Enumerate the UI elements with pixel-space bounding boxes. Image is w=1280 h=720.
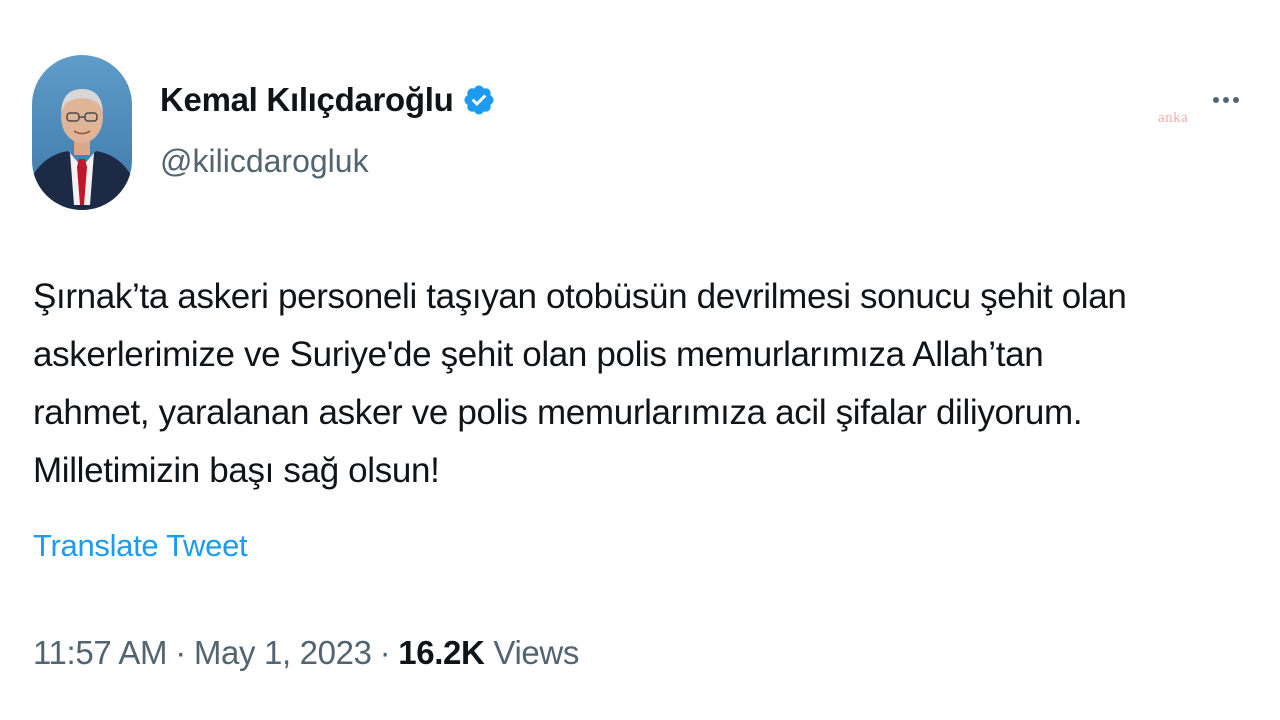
author-display-name[interactable]: Kemal Kılıçdaroğlu xyxy=(160,81,454,119)
tweet-meta: 11:57 AM · May 1, 2023 · 16.2K Views xyxy=(33,634,579,672)
more-dot-icon xyxy=(1233,97,1239,103)
author-name-row[interactable]: Kemal Kılıçdaroğlu xyxy=(160,78,496,122)
more-dot-icon xyxy=(1223,97,1229,103)
translate-tweet-link[interactable]: Translate Tweet xyxy=(33,528,248,564)
watermark-logo: anka xyxy=(1158,108,1202,131)
meta-separator: · xyxy=(175,634,186,671)
author-handle[interactable]: @kilicdarogluk xyxy=(160,143,369,180)
avatar[interactable] xyxy=(32,55,132,210)
verified-badge-icon[interactable] xyxy=(462,83,496,117)
svg-text:anka: anka xyxy=(1158,110,1188,126)
more-dot-icon xyxy=(1213,97,1219,103)
tweet-card: Kemal Kılıçdaroğlu @kilicdarogluk anka Ş… xyxy=(0,0,1280,720)
views-label: Views xyxy=(493,634,580,671)
tweet-date[interactable]: May 1, 2023 xyxy=(194,634,372,671)
tweet-text: Şırnak’ta askeri personeli taşıyan otobü… xyxy=(33,277,1127,490)
views-count[interactable]: 16.2K xyxy=(398,634,485,671)
meta-separator: · xyxy=(379,634,391,671)
more-options-button[interactable] xyxy=(1202,84,1250,116)
tweet-time[interactable]: 11:57 AM xyxy=(33,634,168,671)
avatar-portrait-icon xyxy=(32,89,132,210)
